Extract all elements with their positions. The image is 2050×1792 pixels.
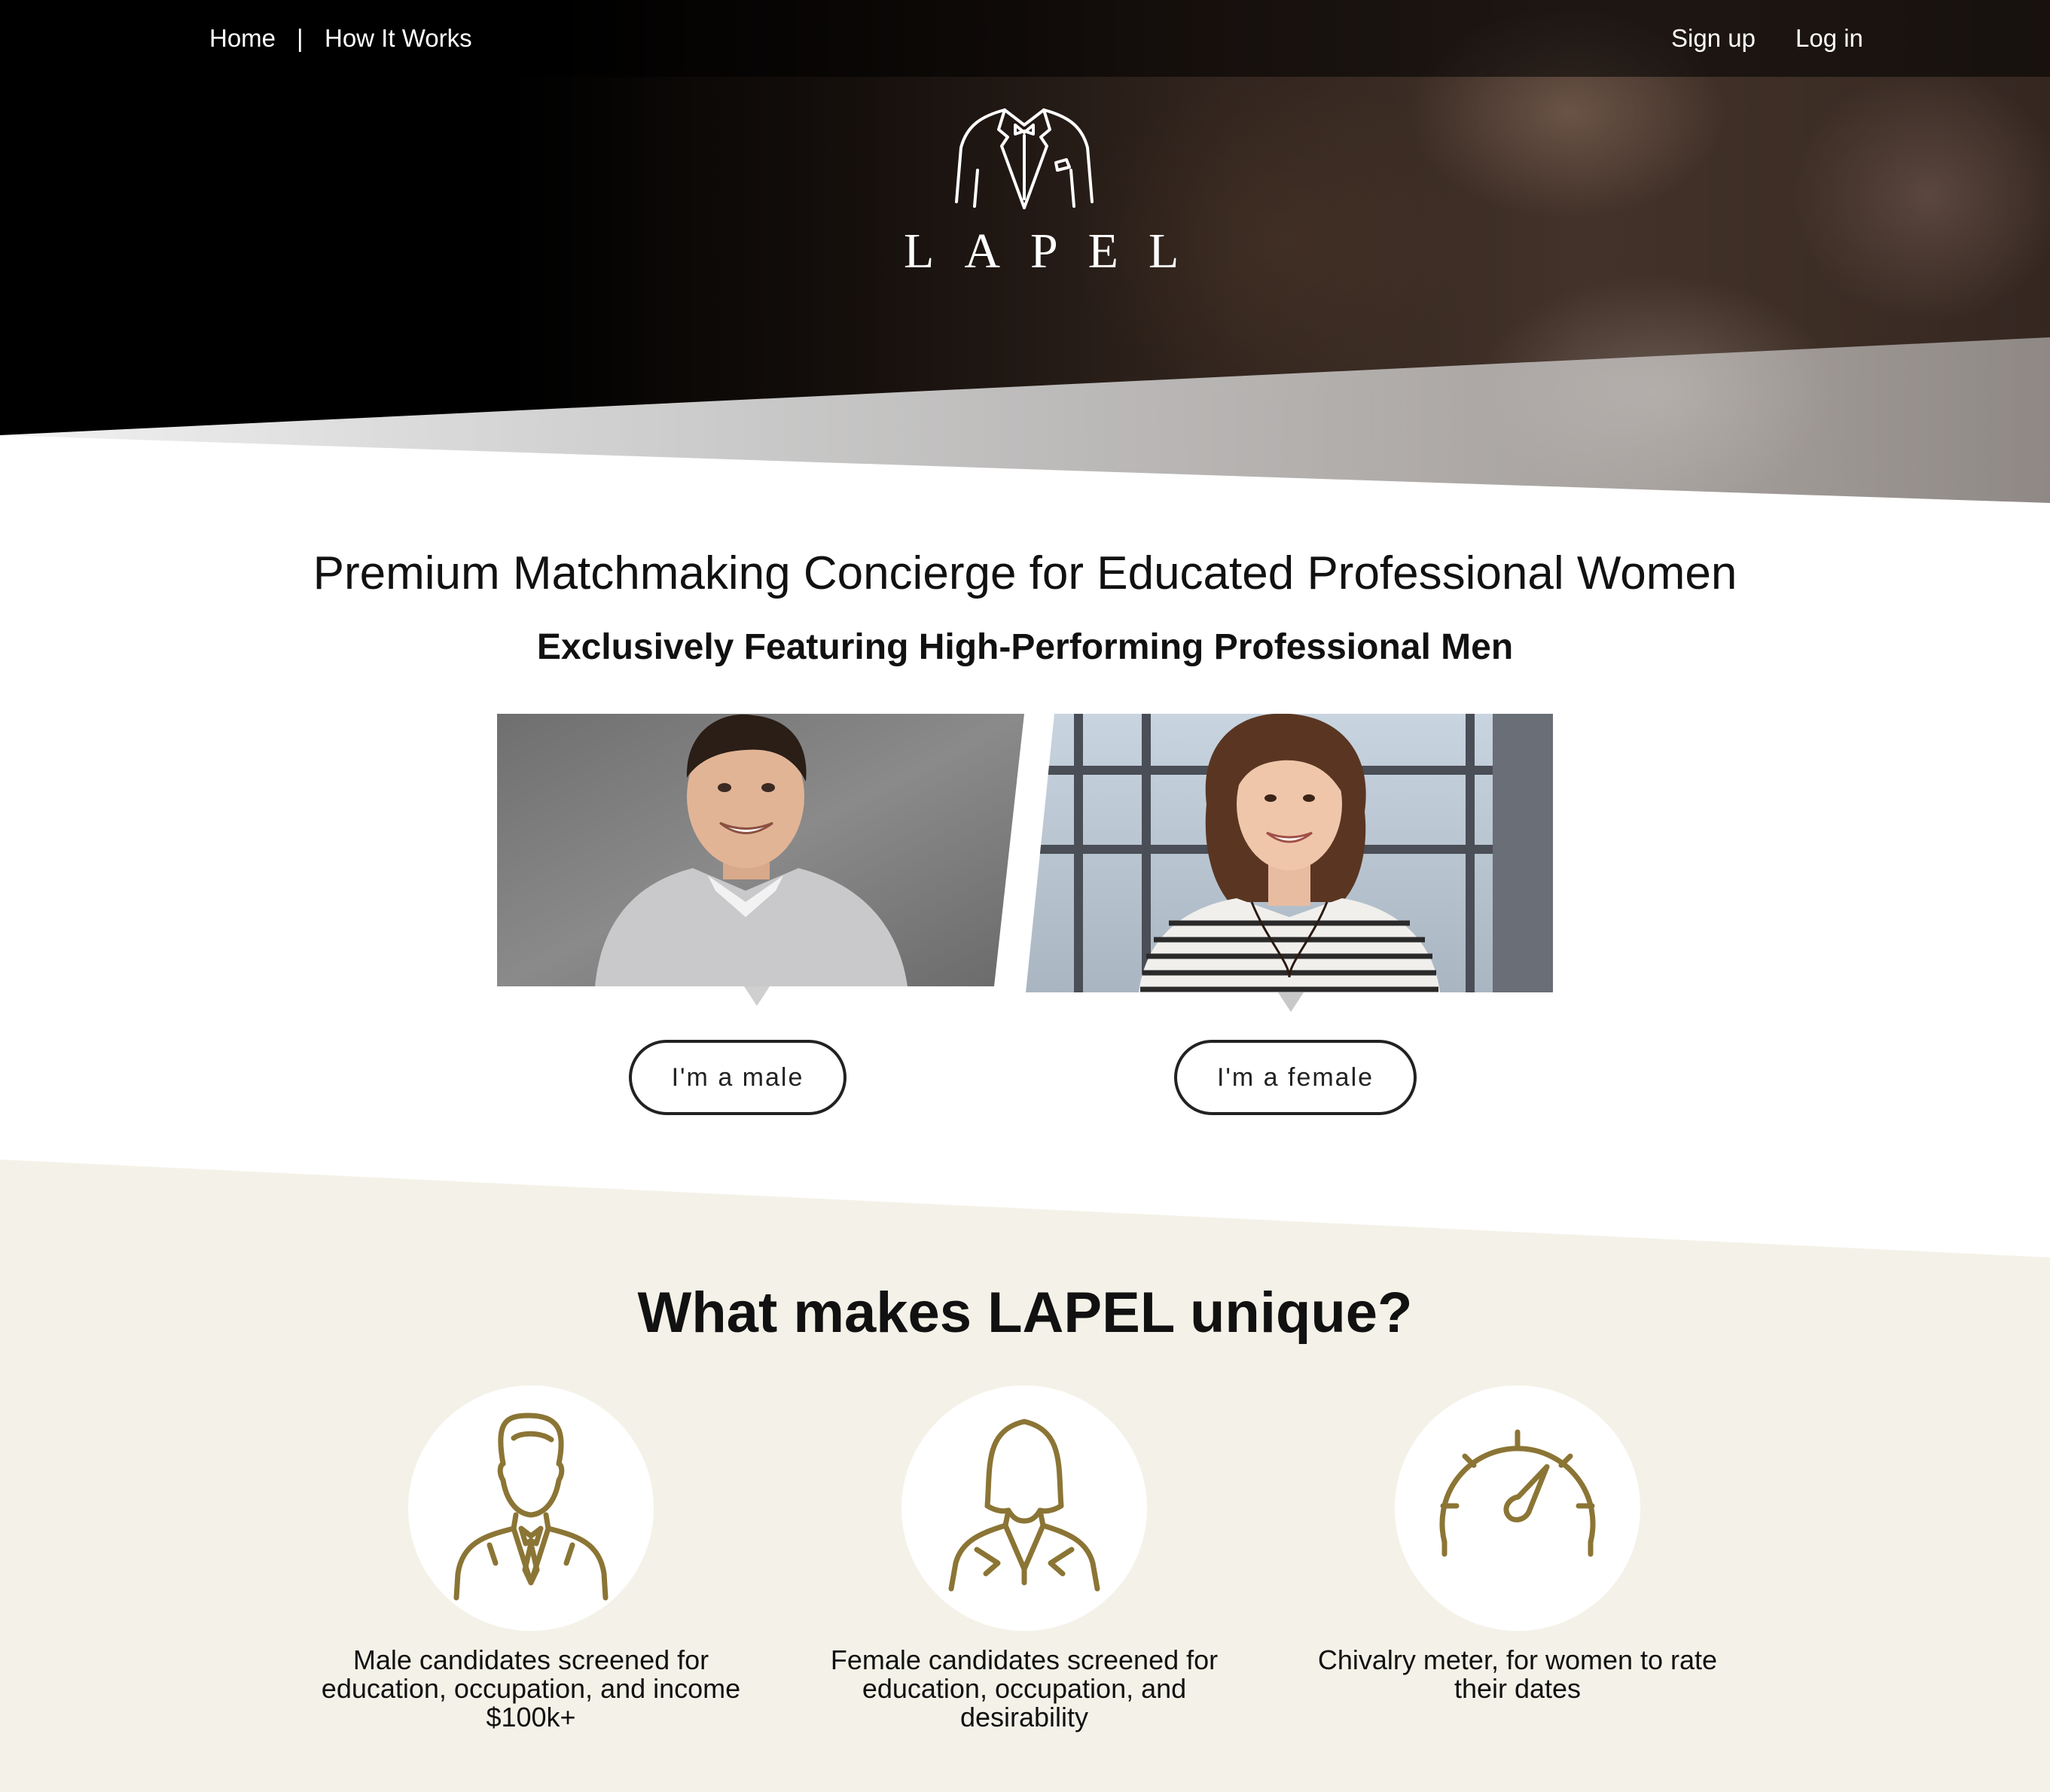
businessman-icon (453, 1413, 609, 1601)
page-headline: Premium Matchmaking Concierge for Educat… (313, 547, 1737, 599)
smiling-woman-image (1026, 714, 1553, 1012)
feature-female-circle (901, 1385, 1147, 1631)
nav-home-link[interactable]: Home (209, 23, 276, 54)
nav-separator: | (297, 24, 304, 52)
nav-sign-up-link[interactable]: Sign up (1671, 23, 1756, 54)
lapel-logo[interactable]: LAPEL (874, 102, 1210, 283)
top-navigation-bar: Home | How It Works Sign up Log in (0, 0, 2050, 77)
page-subheadline: Exclusively Featuring High-Performing Pr… (536, 627, 1514, 667)
female-signup-button[interactable]: I'm a female (1174, 1040, 1417, 1115)
feature-male-text: Male candidates screened for education, … (321, 1644, 741, 1733)
feature-female-text: Female candidates screened for education… (830, 1644, 1219, 1733)
businesswoman-icon (948, 1419, 1100, 1592)
logo-wordmark: LAPEL (904, 224, 1210, 279)
feature-chivalry-circle (1395, 1385, 1640, 1631)
male-signup-button[interactable]: I'm a male (629, 1040, 847, 1115)
nav-how-it-works-link[interactable]: How It Works (325, 23, 472, 54)
speedometer-icon (1439, 1429, 1596, 1557)
hero-banner: Home | How It Works Sign up Log in LAPEL (0, 0, 2050, 512)
female-photo[interactable] (1026, 714, 1553, 1012)
male-photo[interactable] (497, 714, 1024, 1006)
tuxedo-jacket-icon (955, 108, 1094, 209)
feature-chivalry-text: Chivalry meter, for women to rate their … (1317, 1644, 1718, 1704)
smiling-man-image (497, 714, 1024, 1006)
features-section-title: What makes LAPEL unique? (637, 1281, 1413, 1345)
nav-log-in-link[interactable]: Log in (1795, 23, 1863, 54)
feature-male-circle (408, 1385, 654, 1631)
